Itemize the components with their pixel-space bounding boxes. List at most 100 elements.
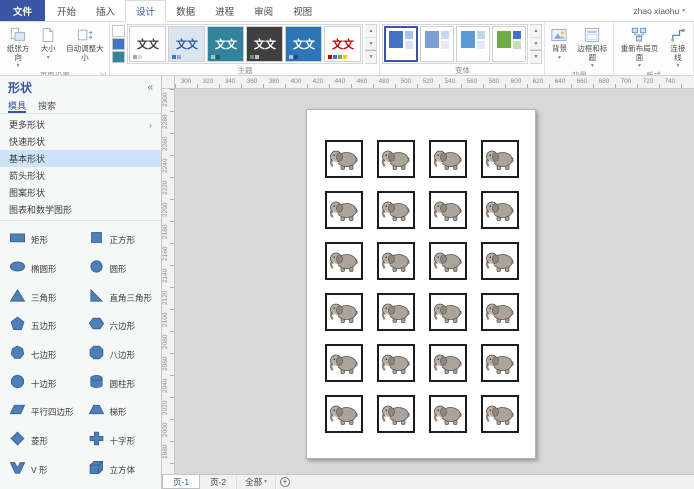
variant-item-1[interactable] — [384, 26, 418, 62]
elephant-shape-cell[interactable] — [377, 293, 415, 331]
gallery-more-icon[interactable]: ▼ — [530, 50, 541, 63]
gallery-scroll-up-icon[interactable]: ▲ — [530, 25, 541, 38]
borders-titles-button[interactable]: 边框和标题 ▾ — [573, 24, 611, 69]
ruler-label: 2120 — [162, 287, 174, 309]
elephant-shape-cell[interactable] — [481, 344, 519, 382]
tab-stencils[interactable]: 模具 — [8, 99, 26, 113]
shape-master-pentagon[interactable]: 五边形 — [2, 316, 81, 337]
shape-master-octagon[interactable]: 八边形 — [81, 345, 160, 366]
elephant-shape-cell[interactable] — [481, 395, 519, 433]
parallelogram-icon — [9, 401, 26, 423]
shape-master-rectangle[interactable]: 矩形 — [2, 230, 81, 251]
elephant-shape-cell[interactable] — [325, 191, 363, 229]
elephant-shape-cell[interactable] — [429, 191, 467, 229]
elephant-shape-cell[interactable] — [429, 293, 467, 331]
tab-process[interactable]: 进程 — [205, 0, 244, 21]
elephant-shape-cell[interactable] — [325, 242, 363, 280]
tab-home[interactable]: 开始 — [47, 0, 86, 21]
stencil-quick-shapes[interactable]: 快速形状 — [0, 133, 161, 150]
gallery-scroll-up-icon[interactable]: ▲ — [365, 25, 376, 38]
relayout-page-button[interactable]: 重新布局页面 ▾ — [616, 24, 663, 69]
tab-view[interactable]: 视图 — [283, 0, 322, 21]
collapse-panel-button[interactable]: « — [147, 82, 153, 93]
background-button[interactable]: 背景 ▾ — [547, 24, 571, 69]
shape-master-triangle[interactable]: 三角形 — [2, 287, 81, 308]
elephant-shape-cell[interactable] — [429, 395, 467, 433]
elephant-shape-cell[interactable] — [325, 395, 363, 433]
tab-search[interactable]: 搜索 — [38, 99, 56, 113]
connectors-button[interactable]: 连接线 ▾ — [665, 24, 691, 69]
account-menu[interactable]: zhao xiaohu ▾ — [624, 0, 694, 21]
relayout-page-icon — [630, 26, 648, 44]
page-tab-2[interactable]: 页-2 — [200, 475, 237, 489]
shape-master-v-shape[interactable]: V 形 — [2, 459, 81, 480]
tab-file[interactable]: 文件 — [0, 0, 45, 21]
shape-master-right-triangle[interactable]: 直角三角形 — [81, 287, 160, 308]
theme-item-5[interactable]: 文文 — [285, 26, 322, 62]
drawing-area[interactable] — [175, 89, 694, 474]
elephant-shape-cell[interactable] — [481, 242, 519, 280]
shape-master-diamond[interactable]: 菱形 — [2, 431, 81, 452]
shape-master-square[interactable]: 正方形 — [81, 230, 160, 251]
elephant-shape-cell[interactable] — [325, 344, 363, 382]
elephant-shape-cell[interactable] — [377, 344, 415, 382]
elephant-shape-cell[interactable] — [429, 344, 467, 382]
tab-design[interactable]: 设计 — [125, 0, 166, 22]
shape-master-hexagon[interactable]: 六边形 — [81, 316, 160, 337]
variant-item-2[interactable] — [420, 26, 454, 62]
elephant-shape-cell[interactable] — [429, 242, 467, 280]
theme-sample-text: 文文 — [137, 36, 159, 52]
shape-master-heptagon[interactable]: 七边形 — [2, 345, 81, 366]
theme-item-3[interactable]: 文文 — [207, 26, 244, 62]
shape-master-ellipse[interactable]: 椭圆形 — [2, 259, 81, 280]
elephant-shape-cell[interactable] — [481, 191, 519, 229]
drawing-page[interactable] — [306, 109, 536, 459]
elephant-shape-cell[interactable] — [481, 140, 519, 178]
elephant-shape-cell[interactable] — [429, 140, 467, 178]
theme-item-6[interactable]: 文文 — [324, 26, 361, 62]
elephant-shape-cell[interactable] — [377, 395, 415, 433]
autosize-button[interactable]: 自动调整大小 — [62, 24, 107, 69]
shape-master-circle[interactable]: 圆形 — [81, 259, 160, 280]
gallery-more-icon[interactable]: ▼ — [365, 50, 376, 63]
stencil-pattern-shapes[interactable]: 图案形状 — [0, 184, 161, 201]
elephant-shape-cell[interactable] — [377, 191, 415, 229]
theme-mini-button-3[interactable] — [112, 51, 125, 63]
add-page-button[interactable]: + — [276, 475, 294, 489]
page-tab-1[interactable]: 页-1 — [162, 475, 200, 489]
tab-data[interactable]: 数据 — [166, 0, 205, 21]
elephant-shape-cell[interactable] — [325, 140, 363, 178]
shape-label: 十边形 — [31, 378, 57, 390]
all-pages-button[interactable]: 全部 ▾ — [237, 475, 276, 489]
shape-master-cube[interactable]: 立方体 — [81, 459, 160, 480]
shape-master-cross[interactable]: 十字形 — [81, 431, 160, 452]
elephant-shape-cell[interactable] — [377, 140, 415, 178]
shape-master-parallelogram[interactable]: 平行四边形 — [2, 402, 81, 423]
shape-master-trapezoid[interactable]: 梯形 — [81, 402, 160, 423]
gallery-scroll-down-icon[interactable]: ▼ — [530, 38, 541, 51]
variant-item-3[interactable] — [456, 26, 490, 62]
ruler-label: 720 — [637, 76, 659, 88]
gallery-scroll-down-icon[interactable]: ▼ — [365, 38, 376, 51]
theme-item-4[interactable]: 文文 — [246, 26, 283, 62]
variant-item-4[interactable] — [492, 26, 526, 62]
theme-item-1[interactable]: 文文 — [129, 26, 166, 62]
shape-master-cylinder[interactable]: 圆柱形 — [81, 373, 160, 394]
elephant-shape-cell[interactable] — [325, 293, 363, 331]
stencil-basic-shapes[interactable]: 基本形状 — [0, 150, 161, 167]
stencil-arrow-shapes[interactable]: 箭头形状 — [0, 167, 161, 184]
elephant-shape-cell[interactable] — [481, 293, 519, 331]
theme-item-2[interactable]: 文文 — [168, 26, 205, 62]
elephant-shape-cell[interactable] — [377, 242, 415, 280]
stencil-more-shapes[interactable]: 更多形状› — [0, 116, 161, 133]
tab-review[interactable]: 审阅 — [244, 0, 283, 21]
size-button[interactable]: 大小 ▾ — [36, 24, 60, 69]
theme-mini-button-1[interactable] — [112, 25, 125, 37]
ruler-label: 440 — [329, 76, 351, 88]
orientation-button[interactable]: 纸张方向 ▾ — [2, 24, 34, 69]
stencil-chart-math-shapes[interactable]: 图表和数学图形 — [0, 201, 161, 218]
theme-mini-button-2[interactable] — [112, 38, 125, 50]
shape-label: 圆形 — [110, 263, 127, 275]
shape-master-decagon[interactable]: 十边形 — [2, 373, 81, 394]
tab-insert[interactable]: 插入 — [86, 0, 125, 21]
